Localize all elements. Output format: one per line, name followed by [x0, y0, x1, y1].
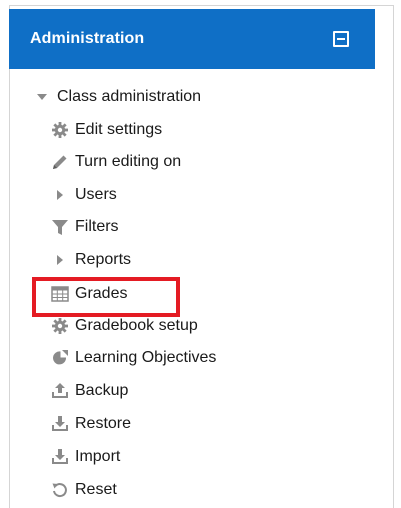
objectives-icon	[51, 349, 69, 367]
tree-item-reports[interactable]: Reports	[51, 245, 131, 275]
tree-item-label: Filters	[75, 218, 119, 235]
tree-item-label: Users	[75, 186, 117, 203]
grades-highlight-box	[32, 277, 180, 317]
tree-item-label: Reports	[75, 251, 132, 268]
tree-item-restore[interactable]: Restore	[51, 409, 131, 439]
caret-down-icon[interactable]	[33, 88, 51, 106]
tree-item-learning-objectives[interactable]: Learning Objectives	[51, 343, 216, 373]
caret-right-icon[interactable]	[51, 186, 69, 204]
tree-item-label: Gradebook setup	[75, 317, 198, 334]
tree-item-label: Import	[75, 448, 121, 465]
block-header: Administration	[9, 9, 375, 69]
filter-icon	[51, 218, 69, 236]
download-tray-icon	[51, 448, 69, 466]
tree-item-turn-editing-on[interactable]: Turn editing on	[51, 147, 181, 177]
block-title: Administration	[30, 30, 145, 47]
tree-item-edit-settings[interactable]: Edit settings	[51, 115, 162, 145]
gear-icon	[51, 317, 69, 335]
tree-item-class-administration[interactable]: Class administration	[33, 82, 201, 112]
caret-right-icon[interactable]	[51, 251, 69, 269]
tree-item-users[interactable]: Users	[51, 180, 117, 210]
tree-item-label: Edit settings	[75, 121, 163, 138]
reset-icon	[51, 481, 69, 499]
tree-item-filters[interactable]: Filters	[51, 212, 119, 242]
tree-item-label: Learning Objectives	[75, 349, 217, 366]
upload-tray-icon	[51, 382, 69, 400]
tree-item-label: Reset	[75, 481, 117, 498]
minus-square-icon[interactable]	[333, 31, 349, 47]
tree-item-label: Backup	[75, 382, 129, 399]
tree-item-backup[interactable]: Backup	[51, 376, 128, 406]
tree-item-label: Restore	[75, 415, 132, 432]
pencil-icon	[51, 153, 69, 171]
download-tray-icon	[51, 415, 69, 433]
tree-item-import[interactable]: Import	[51, 442, 120, 472]
gear-icon	[51, 121, 69, 139]
tree-item-reset[interactable]: Reset	[51, 475, 117, 505]
tree-item-label: Turn editing on	[75, 153, 182, 170]
tree-item-label: Class administration	[57, 88, 202, 105]
